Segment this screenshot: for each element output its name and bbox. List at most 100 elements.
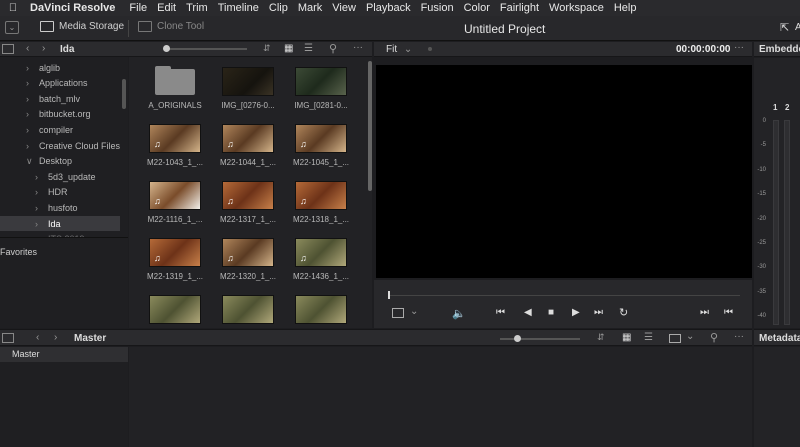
clip-thumbnail[interactable]: ♫	[222, 124, 274, 153]
more-options-icon[interactable]: ···	[353, 42, 363, 53]
clip-thumbnail[interactable]: ♫	[149, 181, 201, 210]
menu-item-color[interactable]: Color	[464, 2, 498, 14]
menu-item-workspace[interactable]: Workspace	[549, 2, 612, 14]
tree-item[interactable]: › 5d3_update	[0, 169, 120, 184]
tree-item[interactable]: › HDR	[0, 185, 120, 200]
audio-icon: ♫	[300, 139, 307, 149]
list-view-icon[interactable]: ☰	[644, 332, 653, 343]
next-mark-icon[interactable]: ⏮	[724, 307, 733, 318]
clip-thumbnail[interactable]: ♫	[295, 181, 347, 210]
menu-item-file[interactable]: File	[129, 2, 155, 14]
menu-item-help[interactable]: Help	[614, 2, 645, 14]
clip-thumbnail[interactable]	[222, 295, 274, 324]
menu-app-name[interactable]: DaVinci Resolve	[30, 2, 127, 14]
menu-item-timeline[interactable]: Timeline	[218, 2, 267, 14]
clip-thumbnail[interactable]: ♫	[149, 238, 201, 267]
viewer-options-icon[interactable]: ···	[734, 42, 744, 53]
sort-icon[interactable]: ⇵	[263, 43, 271, 54]
chevron-right-icon[interactable]: ›	[35, 172, 45, 182]
sidebar-toggle-icon[interactable]	[2, 333, 14, 343]
list-view-icon[interactable]: ☰	[304, 43, 313, 54]
menu-item-fusion[interactable]: Fusion	[421, 2, 462, 14]
chevron-right-icon[interactable]: ›	[35, 187, 45, 197]
slider-handle[interactable]	[514, 335, 521, 342]
tree-item[interactable]: › compiler	[0, 122, 120, 137]
thumbnail-size-slider[interactable]	[163, 45, 247, 52]
pool-thumb-slider[interactable]	[500, 335, 580, 342]
grid-view-icon[interactable]: ▦	[622, 332, 631, 343]
clip-display-icon[interactable]	[669, 334, 681, 343]
chevron-right-icon[interactable]: ›	[26, 78, 36, 88]
tree-item[interactable]: › alglib	[0, 60, 120, 75]
clip-thumbnail[interactable]: ♫	[222, 181, 274, 210]
toolbar-divider	[128, 20, 129, 37]
jump-start-icon[interactable]: ⏮	[496, 307, 505, 318]
more-options-icon[interactable]: ···	[734, 331, 744, 342]
grid-scrollbar[interactable]	[368, 61, 372, 191]
scrub-bar[interactable]	[388, 291, 740, 299]
chevron-right-icon[interactable]: ›	[26, 109, 36, 119]
jump-end-icon[interactable]: ⏭	[594, 307, 603, 318]
folder-thumbnail[interactable]	[149, 66, 201, 96]
media-storage-button[interactable]: Media Storage	[40, 21, 124, 32]
chevron-down-icon[interactable]: ⌄	[410, 306, 418, 317]
menu-item-edit[interactable]: Edit	[157, 2, 184, 14]
back-icon[interactable]: ‹	[36, 332, 39, 343]
grid-view-icon[interactable]: ▦	[284, 43, 293, 54]
sort-icon[interactable]: ⇵	[597, 332, 605, 343]
zoom-fit-dropdown[interactable]: Fit ⌄	[386, 44, 412, 55]
chevron-right-icon[interactable]: ›	[26, 125, 36, 135]
menu-item-view[interactable]: View	[332, 2, 364, 14]
chevron-right-icon[interactable]: ›	[26, 94, 36, 104]
tree-item[interactable]: ∨ Desktop	[0, 154, 120, 169]
volume-icon[interactable]: 🔈	[452, 307, 466, 320]
clip-thumbnail[interactable]	[295, 295, 347, 324]
sidebar-toggle-icon[interactable]	[2, 44, 14, 54]
clip-thumbnail[interactable]: ♫	[295, 238, 347, 267]
clip-thumbnail[interactable]	[295, 67, 347, 96]
chevron-right-icon[interactable]: ›	[26, 63, 36, 73]
menu-item-clip[interactable]: Clip	[269, 2, 296, 14]
tree-item[interactable]: › batch_mlv	[0, 91, 120, 106]
clip-thumbnail[interactable]: ♫	[149, 124, 201, 153]
playhead[interactable]	[388, 291, 390, 299]
tree-item[interactable]: › husfoto	[0, 200, 120, 215]
menu-item-playback[interactable]: Playback	[366, 2, 419, 14]
tree-scrollbar[interactable]	[122, 79, 126, 109]
tree-item[interactable]: › Creative Cloud Files	[0, 138, 120, 153]
bin-item-master[interactable]: Master	[0, 347, 128, 362]
tree-item[interactable]: › bitbucket.org	[0, 107, 120, 122]
chevron-down-icon[interactable]: ∨	[26, 156, 36, 167]
search-icon[interactable]: ⚲	[710, 331, 718, 344]
clip-thumbnail[interactable]	[222, 67, 274, 96]
clip-display-icon[interactable]	[392, 308, 404, 318]
play-icon[interactable]: ▶	[572, 307, 580, 318]
previous-mark-icon[interactable]: ⏭	[700, 307, 709, 318]
search-icon[interactable]: ⚲	[329, 42, 337, 55]
clip-label: M22-1320_1_...	[219, 272, 277, 281]
stop-icon[interactable]: ■	[548, 307, 554, 318]
loop-icon[interactable]: ↻	[619, 306, 628, 319]
tree-item[interactable]: › Ida	[0, 216, 120, 231]
back-icon[interactable]: ‹	[26, 43, 29, 54]
apple-icon[interactable]: 	[0, 2, 26, 14]
menu-item-trim[interactable]: Trim	[186, 2, 216, 14]
forward-icon[interactable]: ›	[42, 43, 45, 54]
clone-tool-label: Clone Tool	[157, 21, 205, 32]
clone-tool-button[interactable]: Clone Tool	[138, 21, 204, 32]
menu-item-mark[interactable]: Mark	[298, 2, 330, 14]
chevron-right-icon[interactable]: ›	[35, 203, 45, 213]
meter-scale-tick: -40	[757, 313, 766, 320]
clip-thumbnail[interactable]: ♫	[295, 124, 347, 153]
forward-icon[interactable]: ›	[54, 332, 57, 343]
tree-item[interactable]: › Applications	[0, 76, 120, 91]
slider-handle[interactable]	[163, 45, 170, 52]
chevron-right-icon[interactable]: ›	[26, 141, 36, 151]
clip-thumbnail[interactable]	[149, 295, 201, 324]
clip-thumbnail[interactable]: ♫	[222, 238, 274, 267]
play-reverse-icon[interactable]: ◀	[524, 307, 532, 318]
chevron-down-icon[interactable]: ⌄	[686, 331, 694, 342]
panel-toggle-icon[interactable]: ⌄	[5, 21, 19, 34]
menu-item-fairlight[interactable]: Fairlight	[500, 2, 547, 14]
chevron-right-icon[interactable]: ›	[35, 219, 45, 229]
